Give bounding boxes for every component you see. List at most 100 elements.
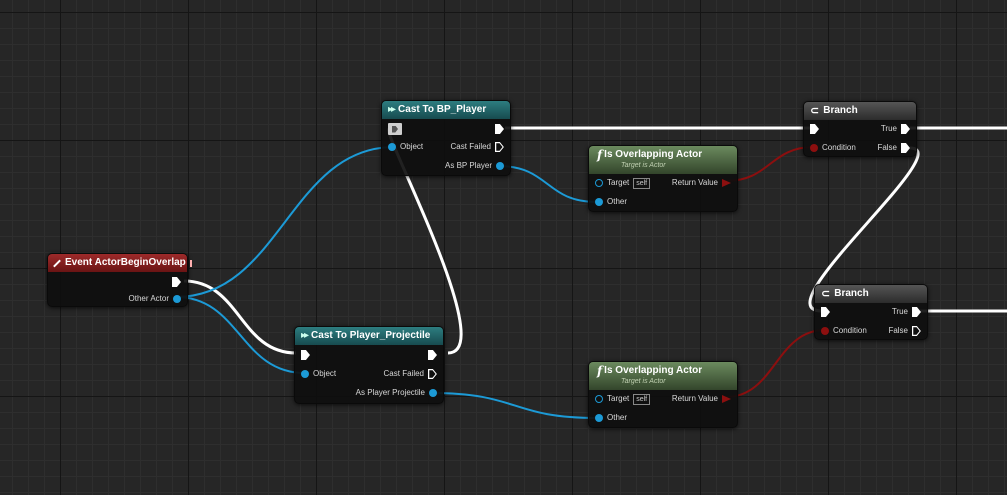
node-title: Branch (823, 105, 858, 116)
blueprint-graph[interactable]: Event ActorBeginOverlap Other Actor ▸▸ C… (0, 0, 1007, 495)
delegate-pin-icon[interactable] (189, 259, 192, 267)
return-value-pin[interactable]: Return Value (672, 176, 731, 190)
bool-pin-icon[interactable] (722, 395, 731, 403)
condition-pin[interactable]: Condition (821, 324, 867, 338)
branch-icon: ⊂ (810, 105, 820, 117)
event-actor-begin-overlap-node[interactable]: Event ActorBeginOverlap Other Actor (47, 253, 192, 307)
false-pin[interactable]: False (888, 324, 921, 338)
object-pin-hollow-icon[interactable] (595, 395, 603, 403)
exec-in-box-icon[interactable] (388, 123, 402, 135)
object-pin-icon[interactable] (595, 414, 603, 422)
exec-pin-icon[interactable] (912, 307, 921, 317)
exec-pin-icon[interactable] (901, 124, 910, 134)
exec-pin-icon[interactable] (428, 350, 437, 360)
condition-pin[interactable]: Condition (810, 141, 856, 155)
cast-to-player-projectile-node[interactable]: ▸▸ Cast To Player_Projectile Object Cast… (294, 326, 444, 404)
node-title: Event ActorBeginOverlap (65, 257, 186, 268)
exec-wire-event-to-cast-proj (183, 279, 297, 355)
as-bp-player-pin[interactable]: As BP Player (445, 159, 504, 173)
other-pin[interactable]: Other (595, 411, 627, 425)
node-title: Branch (834, 288, 869, 299)
exec-in-pin[interactable] (388, 122, 402, 136)
pin-label: False (888, 326, 908, 335)
node-header: Event ActorBeginOverlap (48, 254, 192, 272)
exec-out-pin[interactable] (172, 275, 181, 289)
cast-arrows-icon: ▸▸ (388, 104, 396, 115)
node-header: ▸▸ Cast To Player_Projectile (295, 327, 443, 345)
pin-label: Target (607, 178, 630, 187)
object-in-pin[interactable]: Object (388, 140, 423, 154)
exec-in-pin[interactable] (821, 305, 830, 319)
true-pin[interactable]: True (881, 122, 910, 136)
pin-label: Other (607, 197, 628, 206)
exec-in-pin[interactable] (810, 122, 819, 136)
pin-label: False (877, 143, 897, 152)
node-header: ⊂ Branch (804, 102, 916, 120)
exec-pin-icon[interactable] (495, 124, 504, 134)
node-subtitle: Target is Actor (621, 377, 666, 385)
object-pin-icon[interactable] (301, 370, 309, 378)
self-default-value[interactable]: self (633, 393, 651, 405)
exec-in-pin[interactable] (301, 348, 310, 362)
target-pin[interactable]: Target self (595, 176, 651, 190)
node-title: Cast To Player_Projectile (311, 330, 431, 341)
other-pin[interactable]: Other (595, 195, 627, 209)
cast-failed-pin[interactable]: Cast Failed (451, 140, 504, 154)
function-f-icon: f (597, 147, 603, 162)
event-diamond-icon (53, 259, 61, 267)
object-wire-bp-to-overlap1 (497, 165, 598, 203)
exec-pin-icon[interactable] (301, 350, 310, 360)
exec-pin-icon[interactable] (810, 124, 819, 134)
pin-label: As Player Projectile (355, 388, 425, 397)
object-pin-icon[interactable] (388, 143, 396, 151)
pin-label: Cast Failed (450, 142, 491, 151)
branch-node-2[interactable]: ⊂ Branch True Condition False (814, 284, 928, 340)
cast-arrows-icon: ▸▸ (301, 330, 309, 341)
pin-label: True (891, 307, 908, 316)
object-pin-icon[interactable] (595, 198, 603, 206)
target-pin[interactable]: Target self (595, 392, 651, 406)
node-header: f Is Overlapping Actor Target is Actor (589, 362, 737, 390)
cast-to-bp-player-node[interactable]: ▸▸ Cast To BP_Player Object Cast Failed … (381, 100, 511, 176)
pin-label: Condition (833, 326, 867, 335)
true-pin[interactable]: True (892, 305, 921, 319)
branch-node-1[interactable]: ⊂ Branch True Condition False (803, 101, 917, 157)
exec-pin-hollow-icon[interactable] (912, 326, 921, 336)
pin-label: As BP Player (445, 161, 492, 170)
bool-pin-icon[interactable] (722, 179, 731, 187)
object-pin-icon[interactable] (429, 389, 437, 397)
wire-layer (175, 126, 1007, 419)
node-header: f Is Overlapping Actor Target is Actor (589, 146, 737, 174)
object-pin-icon[interactable] (173, 295, 181, 303)
self-default-value[interactable]: self (633, 177, 651, 189)
cast-failed-pin[interactable]: Cast Failed (384, 367, 437, 381)
exec-pin-hollow-icon[interactable] (428, 369, 437, 379)
return-value-pin[interactable]: Return Value (672, 392, 731, 406)
other-actor-pin[interactable]: Other Actor (129, 292, 181, 306)
false-pin[interactable]: False (877, 141, 910, 155)
as-player-projectile-pin[interactable]: As Player Projectile (356, 386, 437, 400)
is-overlapping-actor-node-1[interactable]: f Is Overlapping Actor Target is Actor T… (588, 145, 738, 212)
is-overlapping-actor-node-2[interactable]: f Is Overlapping Actor Target is Actor T… (588, 361, 738, 428)
pin-label: Return Value (671, 178, 718, 187)
exec-pin-icon[interactable] (821, 307, 830, 317)
function-f-icon: f (597, 363, 603, 378)
object-wire-actor-to-cast-proj (175, 296, 306, 374)
pin-label: Other Actor (128, 294, 169, 303)
pin-label: Condition (822, 143, 856, 152)
object-pin-icon[interactable] (496, 162, 504, 170)
object-in-pin[interactable]: Object (301, 367, 336, 381)
object-pin-hollow-icon[interactable] (595, 179, 603, 187)
object-wire-actor-to-cast-bp (175, 146, 395, 298)
bool-pin-icon[interactable] (821, 327, 829, 335)
node-subtitle: Target is Actor (621, 161, 666, 169)
pin-label: Other (607, 413, 628, 422)
exec-pin-hollow-icon[interactable] (495, 142, 504, 152)
pin-label: True (880, 124, 897, 133)
exec-pin-icon[interactable] (172, 277, 181, 287)
bool-pin-icon[interactable] (810, 144, 818, 152)
exec-pin-icon[interactable] (901, 143, 910, 153)
branch-icon: ⊂ (821, 288, 831, 300)
exec-out-pin[interactable] (428, 348, 437, 362)
exec-out-pin[interactable] (495, 122, 504, 136)
